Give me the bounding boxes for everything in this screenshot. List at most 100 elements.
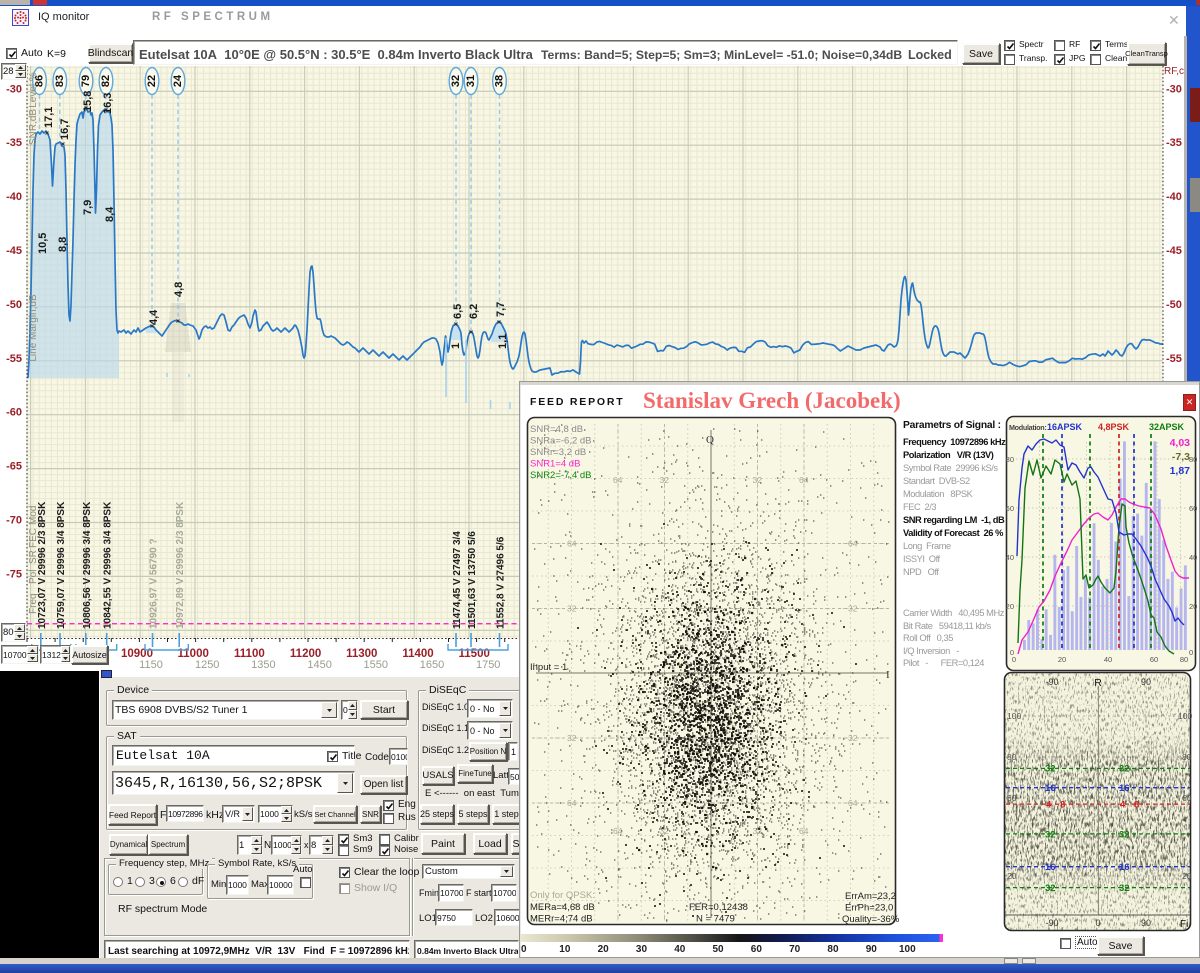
svg-text:-40: -40 — [6, 191, 22, 203]
svg-text:FER=0,12438: FER=0,12438 — [689, 902, 748, 913]
svg-text:-65: -65 — [6, 461, 22, 473]
svg-text:83: 83 — [54, 75, 66, 87]
svg-text:-45: -45 — [1166, 245, 1182, 257]
svg-text:80: 80 — [1006, 455, 1014, 464]
svg-text:32: 32 — [1119, 829, 1130, 840]
svg-text:Fi: Fi — [1180, 919, 1188, 930]
svg-text:SR: SR — [28, 550, 39, 564]
svg-text:100: 100 — [1007, 711, 1021, 721]
svg-text:1,87: 1,87 — [1170, 465, 1191, 477]
svg-text:64: 64 — [567, 539, 577, 549]
svg-text:4: 4 — [1120, 800, 1126, 811]
svg-text:11552,8 V 27496 5/6: 11552,8 V 27496 5/6 — [496, 536, 507, 629]
svg-text:32APSK: 32APSK — [1149, 422, 1185, 432]
svg-text:16: 16 — [1119, 783, 1130, 794]
svg-text:R: R — [1094, 677, 1102, 689]
svg-text:-40: -40 — [1166, 191, 1182, 203]
svg-text:-70: -70 — [6, 515, 22, 527]
svg-text:32: 32 — [1045, 829, 1056, 840]
svg-text:40: 40 — [1104, 655, 1112, 664]
svg-text:4,4: 4,4 — [148, 309, 160, 325]
svg-text:-45: -45 — [6, 245, 22, 257]
svg-text:N = 7479: N = 7479 — [696, 914, 735, 925]
svg-text:32: 32 — [1045, 883, 1056, 894]
svg-text:32: 32 — [660, 475, 670, 485]
svg-text:16: 16 — [1119, 862, 1130, 873]
svg-text:16APSK: 16APSK — [1047, 422, 1083, 432]
svg-text:-55: -55 — [1166, 353, 1182, 365]
svg-text:20: 20 — [1007, 871, 1017, 881]
svg-text:SNRr=3,2 dB: SNRr=3,2 dB — [530, 447, 586, 458]
svg-text:SNR1=4 dB: SNR1=4 dB — [530, 459, 580, 470]
svg-text:60: 60 — [1007, 793, 1017, 803]
svg-text:17,1: 17,1 — [43, 107, 55, 128]
svg-text:1,1: 1,1 — [497, 334, 509, 349]
svg-text:20: 20 — [1058, 655, 1066, 664]
svg-text:60: 60 — [1182, 793, 1192, 803]
svg-text:-75: -75 — [6, 568, 22, 580]
svg-text:8,8: 8,8 — [57, 237, 69, 252]
svg-text:-30: -30 — [6, 83, 22, 95]
svg-text:90: 90 — [1141, 918, 1151, 928]
svg-text:1150: 1150 — [139, 659, 163, 671]
svg-text:11474,45 V 27497 3/4: 11474,45 V 27497 3/4 — [452, 531, 463, 629]
svg-text:16: 16 — [1045, 783, 1056, 794]
svg-text:Q: Q — [706, 434, 714, 446]
svg-text:1350: 1350 — [251, 659, 275, 671]
svg-text:1650: 1650 — [420, 659, 444, 671]
svg-text:Input = 1: Input = 1 — [530, 662, 567, 673]
svg-text:SNR2=-7,4 dB: SNR2=-7,4 dB — [530, 470, 592, 481]
svg-text:100: 100 — [1178, 711, 1192, 721]
svg-text:60: 60 — [1189, 504, 1197, 513]
svg-text:ErrPh=23,0: ErrPh=23,0 — [845, 903, 893, 914]
svg-text:SNRa=-6,2 dB: SNRa=-6,2 dB — [530, 436, 592, 447]
svg-text:7,9: 7,9 — [82, 200, 94, 215]
svg-text:1250: 1250 — [195, 659, 219, 671]
svg-text:-55: -55 — [6, 353, 22, 365]
svg-text:0: 0 — [1189, 648, 1193, 657]
svg-text:80: 80 — [1007, 752, 1017, 762]
svg-text:-50: -50 — [6, 299, 22, 311]
svg-text:32: 32 — [1119, 883, 1130, 894]
svg-text:-50: -50 — [1166, 299, 1182, 311]
svg-text:64: 64 — [799, 826, 809, 836]
svg-text:4,8: 4,8 — [173, 282, 185, 297]
svg-text:82: 82 — [100, 75, 112, 87]
svg-text:Only for QPSK:: Only for QPSK: — [530, 890, 595, 901]
svg-text:10806,56 V 29996 3/4 8PSK: 10806,56 V 29996 3/4 8PSK — [82, 501, 93, 629]
svg-text:16,3: 16,3 — [102, 93, 114, 114]
svg-text:8: 8 — [1134, 800, 1139, 811]
svg-text:32: 32 — [567, 733, 577, 743]
svg-text:1750: 1750 — [476, 659, 500, 671]
svg-text:6,5: 6,5 — [452, 304, 464, 319]
svg-text:SNR=4,8 dB: SNR=4,8 dB — [530, 424, 583, 435]
svg-text:RF,c: RF,c — [1164, 66, 1184, 77]
svg-text:-7,3: -7,3 — [1172, 451, 1190, 463]
svg-text:7,7: 7,7 — [495, 302, 507, 317]
svg-text:64: 64 — [567, 798, 577, 808]
svg-text:16: 16 — [1045, 862, 1056, 873]
svg-text:ErrAm=23,2: ErrAm=23,2 — [845, 891, 896, 902]
svg-text:20: 20 — [1189, 602, 1197, 611]
svg-text:Quality=-36%: Quality=-36% — [842, 914, 900, 925]
svg-text:60: 60 — [1150, 655, 1158, 664]
svg-text:10,5: 10,5 — [37, 233, 49, 254]
svg-text:FEC: FEC — [28, 528, 39, 548]
svg-text:-35: -35 — [1166, 137, 1182, 149]
svg-text:-30: -30 — [1166, 83, 1182, 95]
svg-text:38: 38 — [494, 75, 506, 87]
svg-text:1550: 1550 — [364, 659, 388, 671]
svg-text:60: 60 — [1006, 504, 1014, 513]
svg-text:Pol: Pol — [28, 570, 39, 584]
svg-text:32: 32 — [1119, 764, 1130, 775]
svg-text:Level,%: Level,% — [28, 72, 39, 108]
svg-text:Freq: Freq — [28, 593, 39, 614]
svg-text:8,4: 8,4 — [104, 206, 116, 222]
svg-text:-60: -60 — [6, 407, 22, 419]
svg-text:MERa=4,68 dB: MERa=4,68 dB — [530, 902, 595, 913]
svg-text:0: 0 — [1012, 655, 1016, 664]
svg-text:16,7: 16,7 — [59, 119, 71, 140]
svg-text:80: 80 — [1182, 752, 1192, 762]
svg-text:15,8: 15,8 — [82, 91, 94, 112]
svg-text:20: 20 — [1006, 602, 1014, 611]
